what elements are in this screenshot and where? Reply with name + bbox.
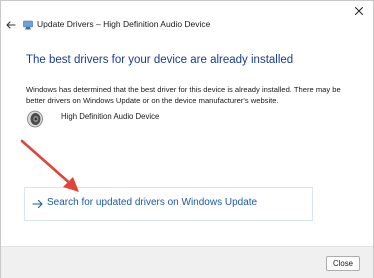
close-button[interactable]: Close — [326, 256, 360, 271]
update-drivers-dialog: Update Drivers – High Definition Audio D… — [0, 0, 374, 278]
close-x-icon[interactable] — [352, 4, 366, 18]
search-windows-update-link[interactable]: Search for updated drivers on Windows Up… — [24, 187, 313, 221]
page-heading: The best drivers for your device are alr… — [26, 54, 294, 66]
window-title: Update Drivers – High Definition Audio D… — [37, 19, 211, 29]
back-arrow-icon[interactable] — [4, 18, 18, 32]
search-link-label: Search for updated drivers on Windows Up… — [47, 197, 258, 208]
arrow-right-icon — [32, 199, 43, 209]
device-manager-icon — [23, 20, 33, 30]
dialog-footer: Close — [1, 246, 373, 278]
title-bar: Update Drivers – High Definition Audio D… — [1, 1, 373, 33]
device-name: High Definition Audio Device — [61, 112, 160, 121]
speaker-icon — [27, 110, 43, 128]
description-text: Windows has determined that the best dri… — [26, 85, 341, 105]
